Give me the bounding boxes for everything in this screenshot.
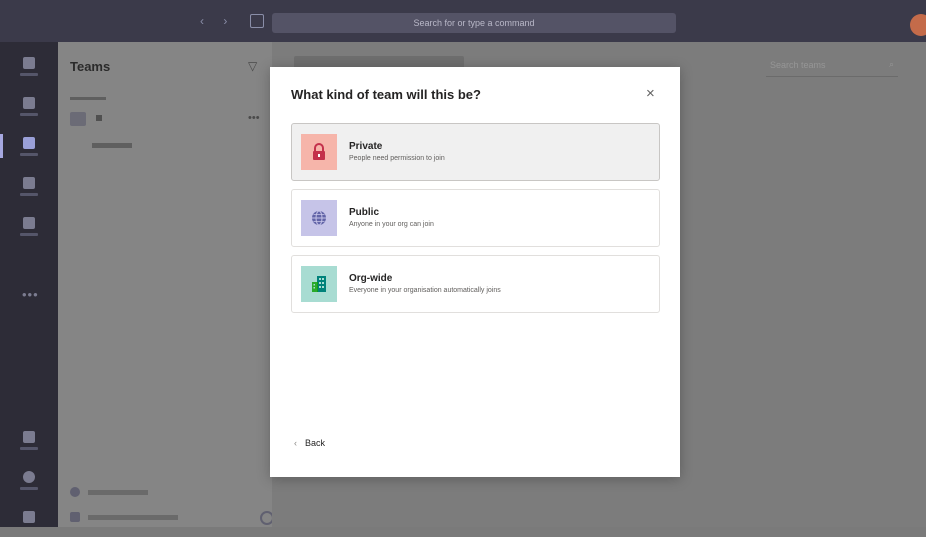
option-name: Org-wide bbox=[349, 273, 393, 284]
close-icon[interactable]: × bbox=[646, 85, 655, 102]
app-rail: ••• bbox=[0, 42, 58, 527]
chat-icon[interactable] bbox=[0, 86, 58, 126]
help-icon[interactable] bbox=[0, 460, 58, 500]
teams-icon[interactable] bbox=[0, 126, 58, 166]
apps-icon[interactable] bbox=[0, 420, 58, 460]
teams-panel: Teams ▽ ••• bbox=[58, 42, 274, 527]
search-teams-input[interactable]: Search teams ⌕ bbox=[766, 56, 898, 77]
chevron-left-icon: ‹ bbox=[294, 438, 297, 448]
avatar[interactable] bbox=[910, 14, 926, 36]
more-apps-icon[interactable]: ••• bbox=[22, 287, 39, 302]
back-forward-icon[interactable]: ‹ › bbox=[200, 14, 235, 28]
option-description: People need permission to join bbox=[349, 155, 445, 162]
compose-icon[interactable] bbox=[250, 14, 264, 28]
invite-label bbox=[88, 490, 148, 495]
back-button[interactable]: ‹ Back bbox=[294, 438, 325, 448]
calls-icon[interactable] bbox=[0, 166, 58, 206]
option-private[interactable]: Private People need permission to join bbox=[291, 123, 660, 181]
option-org-wide[interactable]: Org-wide Everyone in your organisation a… bbox=[291, 255, 660, 313]
invite-icon bbox=[70, 487, 80, 497]
filter-icon[interactable]: ▽ bbox=[248, 59, 257, 73]
option-name: Private bbox=[349, 141, 383, 152]
back-label: Back bbox=[305, 438, 326, 448]
command-search-input[interactable]: Search for or type a command bbox=[272, 13, 676, 33]
panel-title: Teams bbox=[70, 59, 111, 74]
option-public[interactable]: Public Anyone in your org can join bbox=[291, 189, 660, 247]
more-options-icon[interactable]: ••• bbox=[248, 112, 260, 124]
building-icon bbox=[301, 266, 337, 302]
search-icon: ⌕ bbox=[888, 59, 894, 69]
command-search-placeholder: Search for or type a command bbox=[413, 18, 535, 28]
option-description: Anyone in your org can join bbox=[349, 221, 434, 228]
join-team-icon bbox=[70, 512, 80, 522]
section-label bbox=[70, 97, 106, 100]
option-name: Public bbox=[349, 207, 380, 218]
globe-icon bbox=[301, 200, 337, 236]
option-description: Everyone in your organisation automatica… bbox=[349, 287, 501, 294]
activity-icon[interactable] bbox=[0, 46, 58, 86]
team-type-dialog: What kind of team will this be? × Privat… bbox=[270, 67, 680, 477]
download-icon[interactable] bbox=[0, 497, 58, 537]
team-name[interactable] bbox=[96, 115, 102, 121]
join-or-create-team-link[interactable] bbox=[70, 511, 274, 525]
team-avatar[interactable] bbox=[70, 112, 86, 126]
top-bar: ‹ › Search for or type a command bbox=[0, 0, 926, 42]
join-label bbox=[88, 515, 178, 520]
lock-icon bbox=[301, 134, 337, 170]
channel-item[interactable] bbox=[92, 143, 132, 148]
invite-people-link[interactable] bbox=[70, 487, 170, 497]
search-teams-placeholder: Search teams bbox=[770, 60, 826, 70]
dialog-title: What kind of team will this be? bbox=[291, 87, 481, 102]
files-icon[interactable] bbox=[0, 206, 58, 246]
